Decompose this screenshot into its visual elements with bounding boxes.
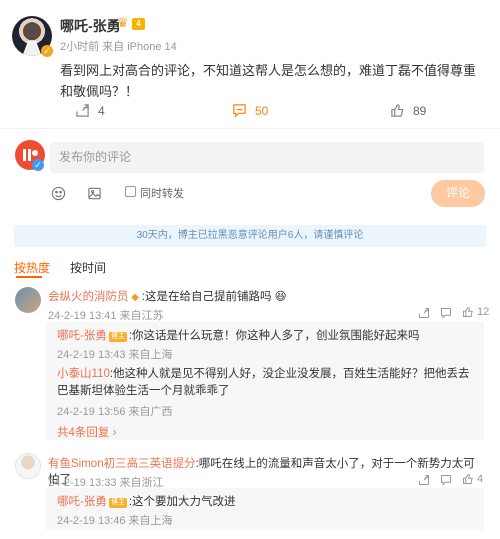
comment-icon bbox=[441, 475, 451, 486]
repost-icon bbox=[76, 104, 89, 117]
image-button[interactable] bbox=[87, 186, 102, 204]
repost-checkbox-label: 同时转发 bbox=[140, 188, 184, 200]
post-meta: 2小时前 来自 iPhone 14 bbox=[60, 41, 177, 53]
comment-icon bbox=[441, 308, 451, 319]
reply-meta: 24-2-19 13:56 来自广西 bbox=[57, 406, 173, 418]
thumbs-up-icon bbox=[463, 474, 473, 484]
more-replies-link[interactable]: 共4条回复 › bbox=[57, 424, 116, 440]
emoji-icon: 😆 bbox=[271, 291, 287, 303]
vip-badge: 4 bbox=[132, 18, 145, 30]
comment-share-button[interactable] bbox=[418, 474, 430, 489]
comment-like-button[interactable]: 4 bbox=[462, 473, 483, 485]
comment-count: 50 bbox=[255, 103, 269, 118]
reply-user[interactable]: 哪吒-张勇 bbox=[57, 330, 107, 342]
submit-comment-button[interactable]: 评论 bbox=[431, 180, 485, 207]
reply-user[interactable]: 小泰山110 bbox=[57, 368, 110, 380]
more-replies-label: 共4条回复 bbox=[57, 427, 110, 439]
repost-button[interactable]: 4 bbox=[75, 103, 105, 118]
tab-time[interactable]: 按时间 bbox=[70, 259, 106, 276]
comment-text: :这是在给自己提前铺路吗 bbox=[141, 291, 272, 303]
repost-checkbox[interactable] bbox=[125, 186, 136, 197]
emoji-icon bbox=[51, 186, 66, 201]
thumbs-up-icon bbox=[391, 104, 404, 117]
comment-user[interactable]: 有鱼Simon初三高三英语提分 bbox=[48, 458, 196, 470]
like-button[interactable]: 89 bbox=[390, 103, 426, 118]
post-text: 看到网上对高合的评论，不知道这帮人是怎么想的，难道丁磊不值得尊重和敬佩吗？！ bbox=[60, 63, 477, 99]
comment-reply-button[interactable] bbox=[440, 474, 452, 489]
chevron-right-icon: › bbox=[109, 427, 117, 439]
comment-like-count: 12 bbox=[477, 306, 490, 318]
comment-icon bbox=[233, 104, 246, 118]
comment-share-button[interactable] bbox=[418, 307, 430, 322]
tab-hot[interactable]: 按热度 bbox=[14, 259, 50, 276]
reply-item: 小泰山110:他这种人就是见不得别人好，没企业没发展，百姓生活能好？把他丢去巴基… bbox=[57, 366, 477, 400]
author-name[interactable]: 哪吒-张勇 bbox=[60, 16, 121, 36]
tab-indicator bbox=[16, 276, 42, 278]
reply-text: :你这话是什么玩意！你这种人多了，创业氛围能好起来吗 bbox=[128, 330, 420, 342]
comment-like-button[interactable]: 12 bbox=[462, 306, 489, 318]
thumbs-up-icon bbox=[463, 307, 473, 317]
reply-meta: 24-2-19 13:43 来自上海 bbox=[57, 349, 173, 361]
share-icon bbox=[419, 475, 429, 485]
author-tag: 博主 bbox=[108, 498, 127, 508]
repost-count: 4 bbox=[98, 103, 105, 118]
reply-user[interactable]: 哪吒-张勇 bbox=[57, 496, 107, 508]
comment-like-count: 4 bbox=[477, 473, 484, 485]
comment-input[interactable]: 发布你的评论 bbox=[50, 142, 484, 173]
verified-icon: ✓ bbox=[32, 159, 44, 171]
reply-meta: 24-2-19 13:46 来自上海 bbox=[57, 515, 173, 527]
divider bbox=[0, 128, 500, 129]
emoji-button[interactable] bbox=[51, 186, 66, 204]
comment-user[interactable]: 会纵火的消防员 bbox=[48, 291, 129, 303]
comment-item: 会纵火的消防员 ◆ :这是在给自己提前铺路吗 😆 bbox=[48, 288, 428, 304]
crown-icon: ♛ bbox=[117, 15, 129, 30]
verified-icon: ✓ bbox=[41, 45, 53, 57]
comment-meta: 24-2-19 13:41 来自江苏 bbox=[48, 310, 164, 322]
reply-item: 哪吒-张勇 博主:你这话是什么玩意！你这种人多了，创业氛围能好起来吗 bbox=[57, 327, 477, 343]
author-tag: 博主 bbox=[108, 332, 127, 342]
comment-reply-button[interactable] bbox=[440, 307, 452, 322]
reply-item: 哪吒-张勇 博主:这个要加大力气改进 bbox=[57, 493, 477, 509]
image-icon bbox=[88, 187, 101, 200]
notice-banner: 30天内，博主已拉黑恶意评论用户6人，请谨慎评论 bbox=[14, 225, 486, 247]
gem-icon: ◆ bbox=[128, 292, 142, 303]
like-count: 89 bbox=[413, 103, 427, 118]
commenter-avatar[interactable] bbox=[15, 453, 41, 479]
reply-text: :这个要加大力气改进 bbox=[128, 496, 236, 508]
commenter-avatar[interactable] bbox=[15, 287, 41, 313]
reply-text: :他这种人就是见不得别人好，没企业没发展，百姓生活能好？把他丢去巴基斯坦体验生活… bbox=[57, 368, 470, 397]
comment-button[interactable]: 50 bbox=[232, 103, 268, 118]
share-icon bbox=[419, 308, 429, 318]
